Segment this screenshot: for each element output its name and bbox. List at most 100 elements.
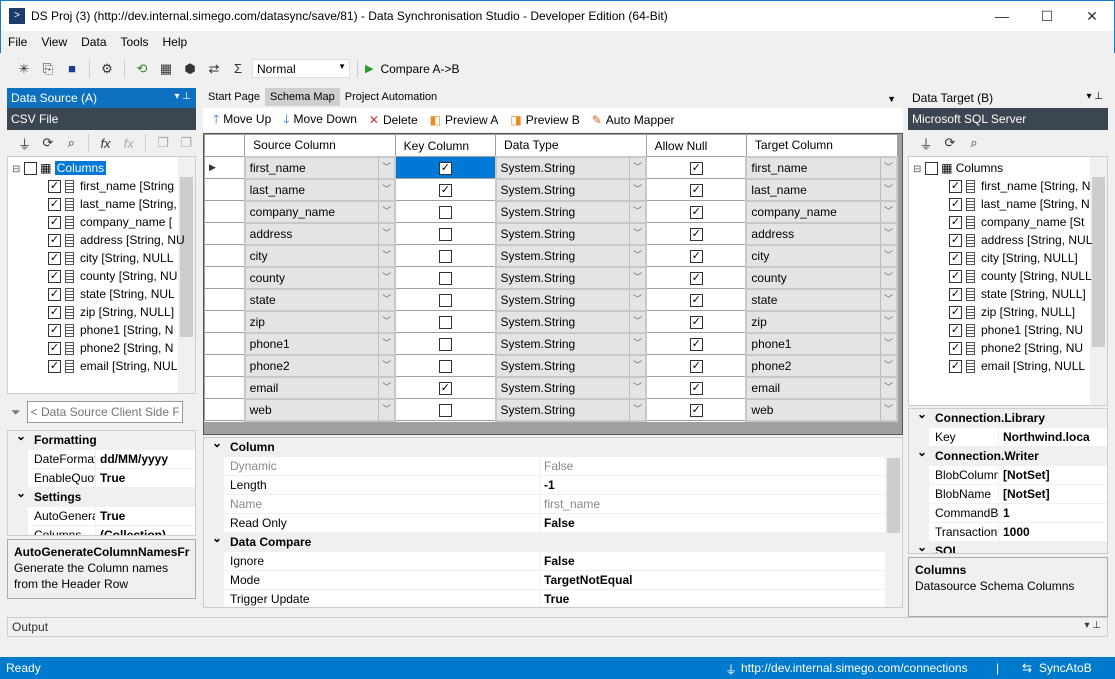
property-row[interactable]: Trigger Update True xyxy=(204,590,902,607)
chevron-down-icon[interactable]: ﹀ xyxy=(629,377,645,398)
checkbox[interactable]: ✓ xyxy=(949,270,962,284)
key-column-cell[interactable] xyxy=(394,354,497,377)
library-icon[interactable]: ⬢ xyxy=(180,59,200,79)
preview-a-button[interactable]: ◧ Preview A xyxy=(430,113,499,127)
column-header[interactable]: Allow Null xyxy=(645,134,747,157)
checkbox[interactable] xyxy=(438,205,452,219)
allow-null-cell[interactable]: ✓ xyxy=(645,244,747,267)
chevron-down-icon[interactable]: ﹀ xyxy=(629,355,645,376)
filter-input[interactable] xyxy=(26,401,183,423)
allow-null-cell[interactable]: ✓ xyxy=(645,398,747,421)
chevron-down-icon[interactable]: ﹀ xyxy=(880,333,896,354)
chevron-down-icon[interactable]: ﹀ xyxy=(880,355,896,376)
property-row[interactable]: Dynamic False xyxy=(204,457,902,476)
add-connection-icon[interactable]: ⏚ xyxy=(15,133,34,153)
copy-icon[interactable]: ❐ xyxy=(153,133,172,153)
chevron-down-icon[interactable]: ﹀ xyxy=(880,223,896,244)
connection-url[interactable]: http://dev.internal.simego.com/connectio… xyxy=(741,661,968,675)
table-row[interactable]: city ﹀ System.String ﹀ ✓ city ﹀ xyxy=(203,243,898,268)
checkbox[interactable] xyxy=(438,249,452,263)
chevron-down-icon[interactable]: ﹀ xyxy=(378,179,394,200)
chevron-down-icon[interactable]: ﹀ xyxy=(378,355,394,376)
chevron-down-icon[interactable]: ﹀ xyxy=(880,399,896,420)
data-type-cell[interactable]: System.String ﹀ xyxy=(494,287,648,312)
chevron-down-icon[interactable]: ﹀ xyxy=(378,333,394,354)
tree-column-item[interactable]: ✓ last_name [String, xyxy=(48,195,177,213)
property-row[interactable]: Ignore False xyxy=(204,552,902,571)
chevron-down-icon[interactable]: ﹀ xyxy=(378,289,394,310)
checkbox[interactable]: ✓ xyxy=(949,198,962,212)
chevron-down-icon[interactable]: ﹀ xyxy=(378,311,394,332)
allow-null-cell[interactable]: ✓ xyxy=(645,200,747,223)
schema-icon[interactable]: ▦ xyxy=(156,59,176,79)
maximize-button[interactable]: ☐ xyxy=(1024,1,1070,31)
checkbox[interactable]: ✓ xyxy=(689,337,703,351)
checkbox[interactable]: ✓ xyxy=(949,216,962,230)
checkbox[interactable]: ✓ xyxy=(689,403,703,417)
chevron-down-icon[interactable]: ﹀ xyxy=(880,201,896,222)
tree-column-item[interactable]: ✓ first_name [String xyxy=(48,177,174,195)
allow-null-cell[interactable]: ✓ xyxy=(645,156,747,179)
tree-column-item[interactable]: ✓ state [String, NULL] xyxy=(949,285,1086,303)
chevron-down-icon[interactable]: ﹀ xyxy=(629,333,645,354)
property-value[interactable]: first_name xyxy=(540,495,902,514)
close-button[interactable]: ✕ xyxy=(1069,1,1115,31)
column-header[interactable]: Key Column xyxy=(394,134,497,157)
source-column-cell[interactable]: email ﹀ xyxy=(243,375,397,400)
row-header[interactable] xyxy=(203,376,246,399)
target-column-cell[interactable]: company_name ﹀ xyxy=(745,199,898,224)
chevron-down-icon[interactable]: ﹀ xyxy=(629,245,645,266)
key-column-cell[interactable] xyxy=(394,222,497,245)
source-column-cell[interactable]: address ﹀ xyxy=(243,221,397,246)
fx-remove-icon[interactable]: fx xyxy=(119,133,138,153)
table-row[interactable]: company_name ﹀ System.String ﹀ ✓ company_name… xyxy=(203,199,898,224)
chevron-down-icon[interactable]: ﹀ xyxy=(629,157,645,178)
checkbox[interactable]: ✓ xyxy=(48,180,61,194)
allow-null-cell[interactable]: ✓ xyxy=(645,266,747,289)
function-icon[interactable]: Σ xyxy=(228,59,248,79)
checkbox[interactable] xyxy=(23,162,37,176)
checkbox[interactable] xyxy=(924,162,938,176)
key-column-cell[interactable] xyxy=(394,288,497,311)
checkbox[interactable]: ✓ xyxy=(949,234,962,248)
checkbox[interactable]: ✓ xyxy=(949,360,962,374)
key-column-cell[interactable]: ✓ xyxy=(394,156,497,179)
tabs-dropdown-icon[interactable]: ▼ xyxy=(882,91,901,107)
property-value[interactable]: [NotSet] xyxy=(999,485,1107,504)
tree-column-item[interactable]: ✓ city [String, NULL] xyxy=(949,249,1078,267)
target-column-cell[interactable]: email ﹀ xyxy=(745,375,898,400)
checkbox[interactable]: ✓ xyxy=(949,180,962,194)
pin-icon[interactable]: ▾ ⊥ xyxy=(174,91,191,102)
target-column-cell[interactable]: first_name ﹀ xyxy=(745,155,898,180)
move-down-button[interactable]: 🡓 Move Down xyxy=(283,110,357,131)
row-header[interactable] xyxy=(203,178,246,201)
checkbox[interactable]: ✓ xyxy=(689,359,703,373)
data-type-cell[interactable]: System.String ﹀ xyxy=(494,177,648,202)
row-header[interactable]: ▶ xyxy=(203,156,246,179)
key-column-cell[interactable] xyxy=(394,266,497,289)
refresh-icon[interactable]: ⟳ xyxy=(940,133,960,153)
data-type-cell[interactable]: System.String ﹀ xyxy=(494,243,648,268)
mode-select[interactable]: Normal ▼ xyxy=(252,59,350,78)
menu-file[interactable]: File xyxy=(1,31,34,49)
checkbox[interactable]: ✓ xyxy=(48,216,61,230)
chevron-down-icon[interactable]: ﹀ xyxy=(629,179,645,200)
target-column-cell[interactable]: city ﹀ xyxy=(745,243,898,268)
tree-column-item[interactable]: ✓ county [String, NULL xyxy=(949,267,1092,285)
property-category[interactable]: SQL xyxy=(909,538,1107,553)
chevron-down-icon[interactable]: ﹀ xyxy=(629,201,645,222)
property-value[interactable]: 1000 xyxy=(999,523,1107,542)
tree-root[interactable]: ⊟ ▦ Columns xyxy=(913,159,1003,177)
open-icon[interactable]: ⎘ xyxy=(38,59,58,79)
chevron-down-icon[interactable]: ﹀ xyxy=(629,289,645,310)
source-column-cell[interactable]: phone1 ﹀ xyxy=(243,331,397,356)
property-row[interactable]: BlobColumn [NotSet] xyxy=(909,466,1107,485)
property-row[interactable]: BlobName [NotSet] xyxy=(909,485,1107,504)
chevron-down-icon[interactable]: ﹀ xyxy=(378,201,394,222)
checkbox[interactable]: ✓ xyxy=(689,183,703,197)
row-header[interactable] xyxy=(203,288,246,311)
checkbox[interactable]: ✓ xyxy=(438,381,452,395)
source-column-cell[interactable]: first_name ﹀ xyxy=(243,155,397,180)
tab-schema-map[interactable]: Schema Map xyxy=(264,88,340,106)
property-row[interactable]: AutoGenera True xyxy=(8,507,195,526)
